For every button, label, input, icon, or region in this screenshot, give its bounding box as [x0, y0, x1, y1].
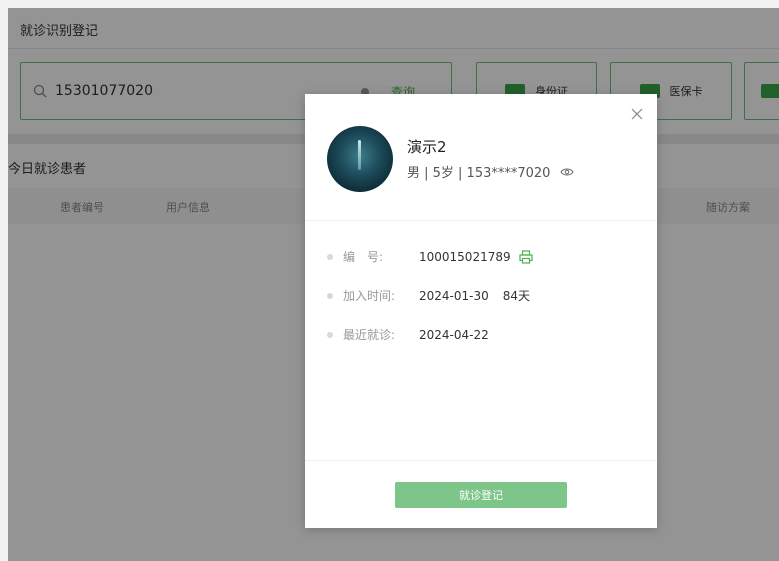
printer-icon[interactable]	[519, 249, 533, 264]
info-row-join: 加入时间: 2024-01-30 84天	[327, 287, 530, 304]
avatar	[327, 126, 393, 192]
id-label: 编 号:	[343, 250, 384, 264]
last-visit-label: 最近就诊:	[343, 328, 396, 342]
register-visit-button[interactable]: 就诊登记	[395, 482, 567, 508]
join-days: 84天	[502, 289, 531, 303]
bullet	[327, 253, 333, 260]
bullet	[327, 292, 333, 299]
info-row-last-visit: 最近就诊: 2024-04-22	[327, 326, 489, 343]
bullet	[327, 331, 333, 338]
info-row-id: 编 号: 100015021789	[327, 248, 533, 265]
modal-footer-divider	[305, 460, 657, 461]
patient-meta-text: 男 | 5岁 | 153****7020	[407, 166, 551, 181]
close-icon[interactable]	[631, 108, 643, 120]
join-label: 加入时间:	[343, 289, 396, 303]
modal-divider	[305, 220, 657, 221]
patient-modal: 演示2 男 | 5岁 | 153****7020 编 号: 1000150217…	[305, 94, 657, 528]
id-value: 100015021789	[419, 249, 511, 264]
eye-icon[interactable]	[560, 167, 575, 177]
patient-name: 演示2	[407, 138, 447, 156]
last-visit-value: 2024-04-22	[419, 327, 489, 342]
patient-meta: 男 | 5岁 | 153****7020	[407, 162, 575, 181]
join-value: 2024-01-30	[419, 288, 489, 303]
